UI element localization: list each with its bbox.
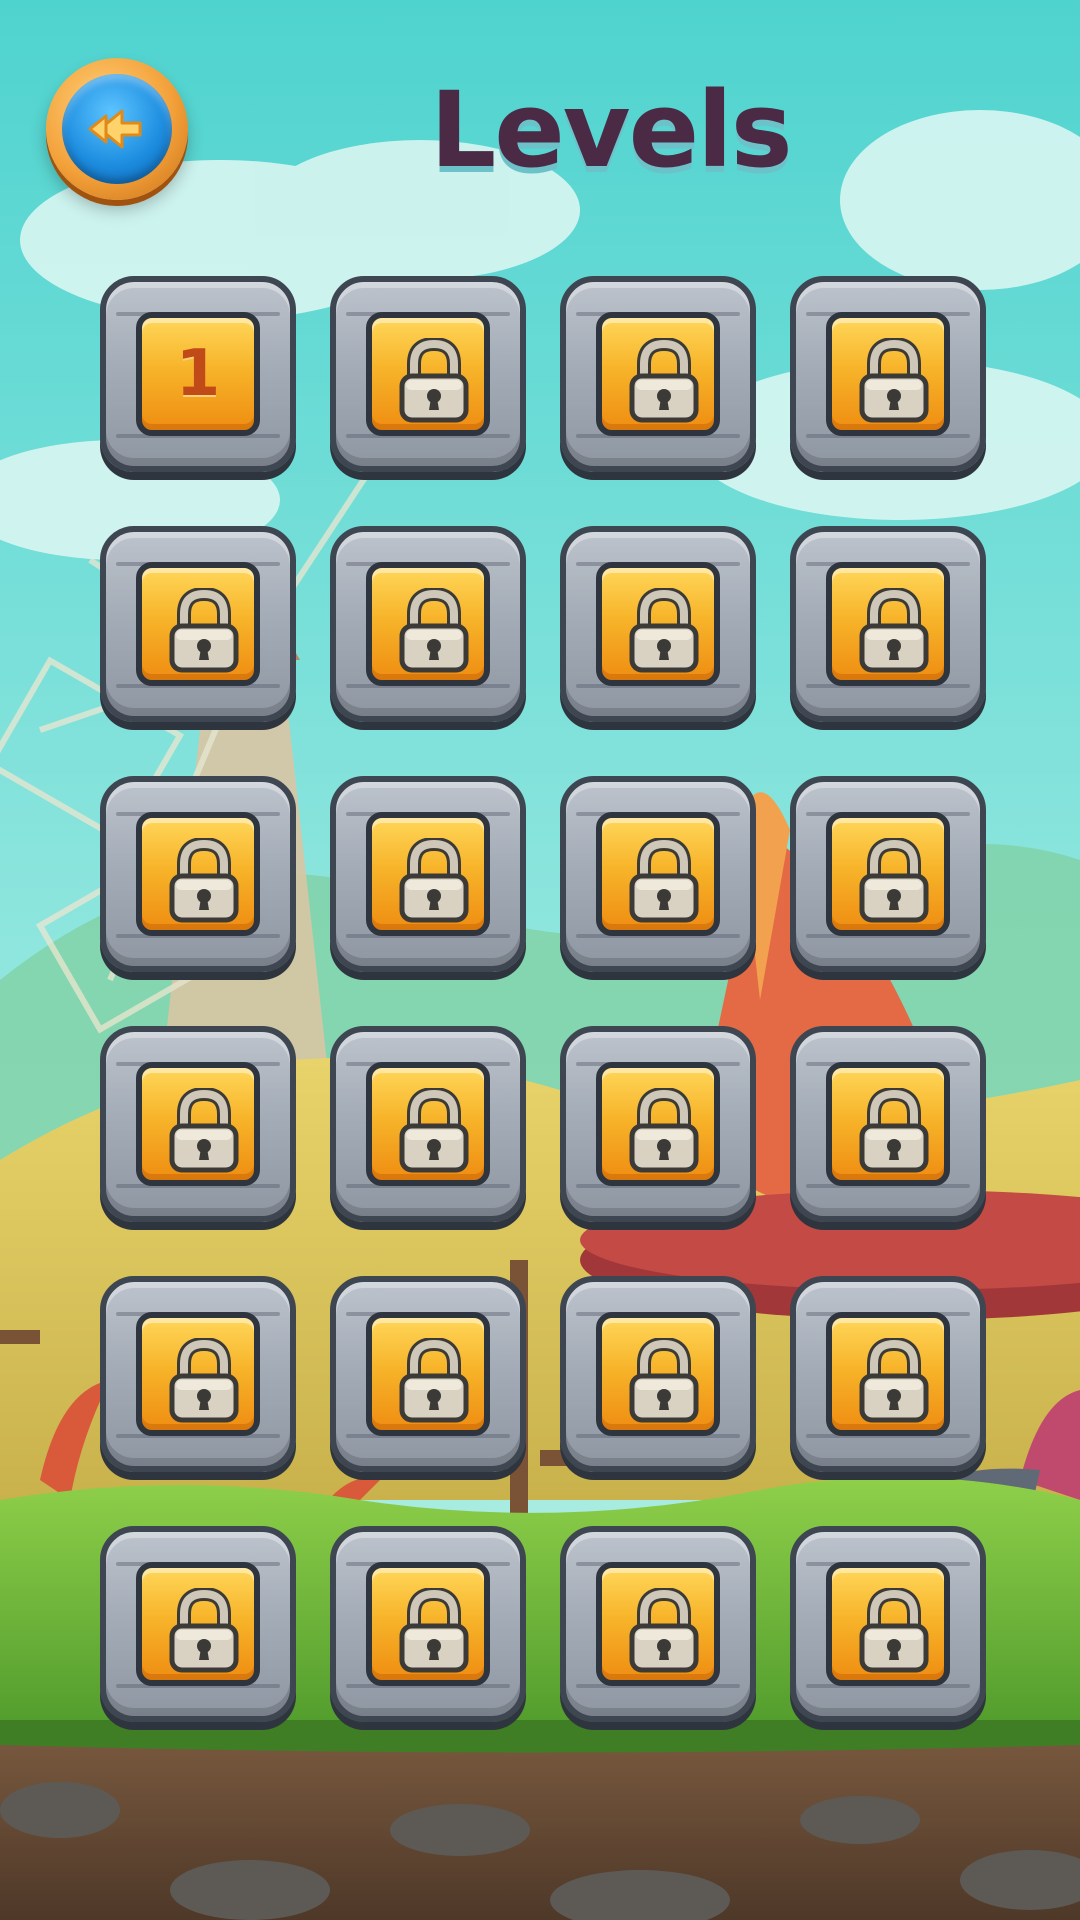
level-number: 1 [175,337,221,411]
tile-face [136,812,260,936]
padlock-icon [859,1338,929,1423]
padlock-icon [629,1588,699,1673]
padlock-icon [629,1338,699,1423]
tile-face [366,1562,490,1686]
tile-face [596,312,720,436]
padlock-icon [399,588,469,673]
level-tile-locked[interactable] [330,776,526,972]
tile-face [596,812,720,936]
tile-face [826,312,950,436]
level-tile-locked[interactable] [790,1026,986,1222]
padlock-icon [169,1088,239,1173]
padlock-icon [859,338,929,423]
level-tile-locked[interactable] [560,1276,756,1472]
back-arrow-icon [88,109,142,149]
padlock-icon [169,1338,239,1423]
tile-face [826,812,950,936]
level-tile-locked[interactable] [560,776,756,972]
tile-face [366,812,490,936]
level-tile-locked[interactable] [560,276,756,472]
level-tile-locked[interactable] [330,1276,526,1472]
tile-face: 1 [136,312,260,436]
level-tile-locked[interactable] [330,526,526,722]
level-tile-locked[interactable] [790,1276,986,1472]
level-tile-locked[interactable] [560,526,756,722]
padlock-icon [629,588,699,673]
tile-face [826,1562,950,1686]
tile-face [136,1062,260,1186]
tile-face [366,312,490,436]
padlock-icon [859,1588,929,1673]
padlock-icon [399,1588,469,1673]
tile-face [596,1062,720,1186]
padlock-icon [169,588,239,673]
padlock-icon [629,838,699,923]
level-tile-locked[interactable] [790,276,986,472]
padlock-icon [399,838,469,923]
padlock-icon [859,588,929,673]
level-tile-locked[interactable] [100,776,296,972]
level-tile-locked[interactable] [560,1526,756,1722]
tile-face [596,1312,720,1436]
tile-face [366,1312,490,1436]
level-grid: 1 [100,276,986,1722]
tile-face [366,562,490,686]
tile-face [826,562,950,686]
grass-edge [0,1720,1080,1753]
page-title: Levels [430,69,793,191]
padlock-icon [399,1088,469,1173]
level-tile-locked[interactable] [100,1276,296,1472]
padlock-icon [399,338,469,423]
tile-face [596,562,720,686]
level-tile-locked[interactable] [560,1026,756,1222]
tile-face [136,1562,260,1686]
padlock-icon [629,338,699,423]
tile-face [366,1062,490,1186]
back-button[interactable] [46,58,188,200]
tile-face [596,1562,720,1686]
padlock-icon [169,838,239,923]
padlock-icon [629,1088,699,1173]
level-tile-locked[interactable] [330,1026,526,1222]
level-tile-locked[interactable] [790,776,986,972]
padlock-icon [859,838,929,923]
padlock-icon [169,1588,239,1673]
level-tile-locked[interactable] [330,276,526,472]
level-tile-locked[interactable] [790,526,986,722]
level-tile-locked[interactable] [100,1526,296,1722]
padlock-icon [859,1088,929,1173]
tile-face [826,1062,950,1186]
tile-face [136,562,260,686]
level-tile-locked[interactable] [100,1026,296,1222]
level-tile-locked[interactable] [790,1526,986,1722]
padlock-icon [399,1338,469,1423]
level-tile-locked[interactable] [100,526,296,722]
tile-face [826,1312,950,1436]
level-tile-1[interactable]: 1 [100,276,296,472]
level-tile-locked[interactable] [330,1526,526,1722]
tile-face [136,1312,260,1436]
